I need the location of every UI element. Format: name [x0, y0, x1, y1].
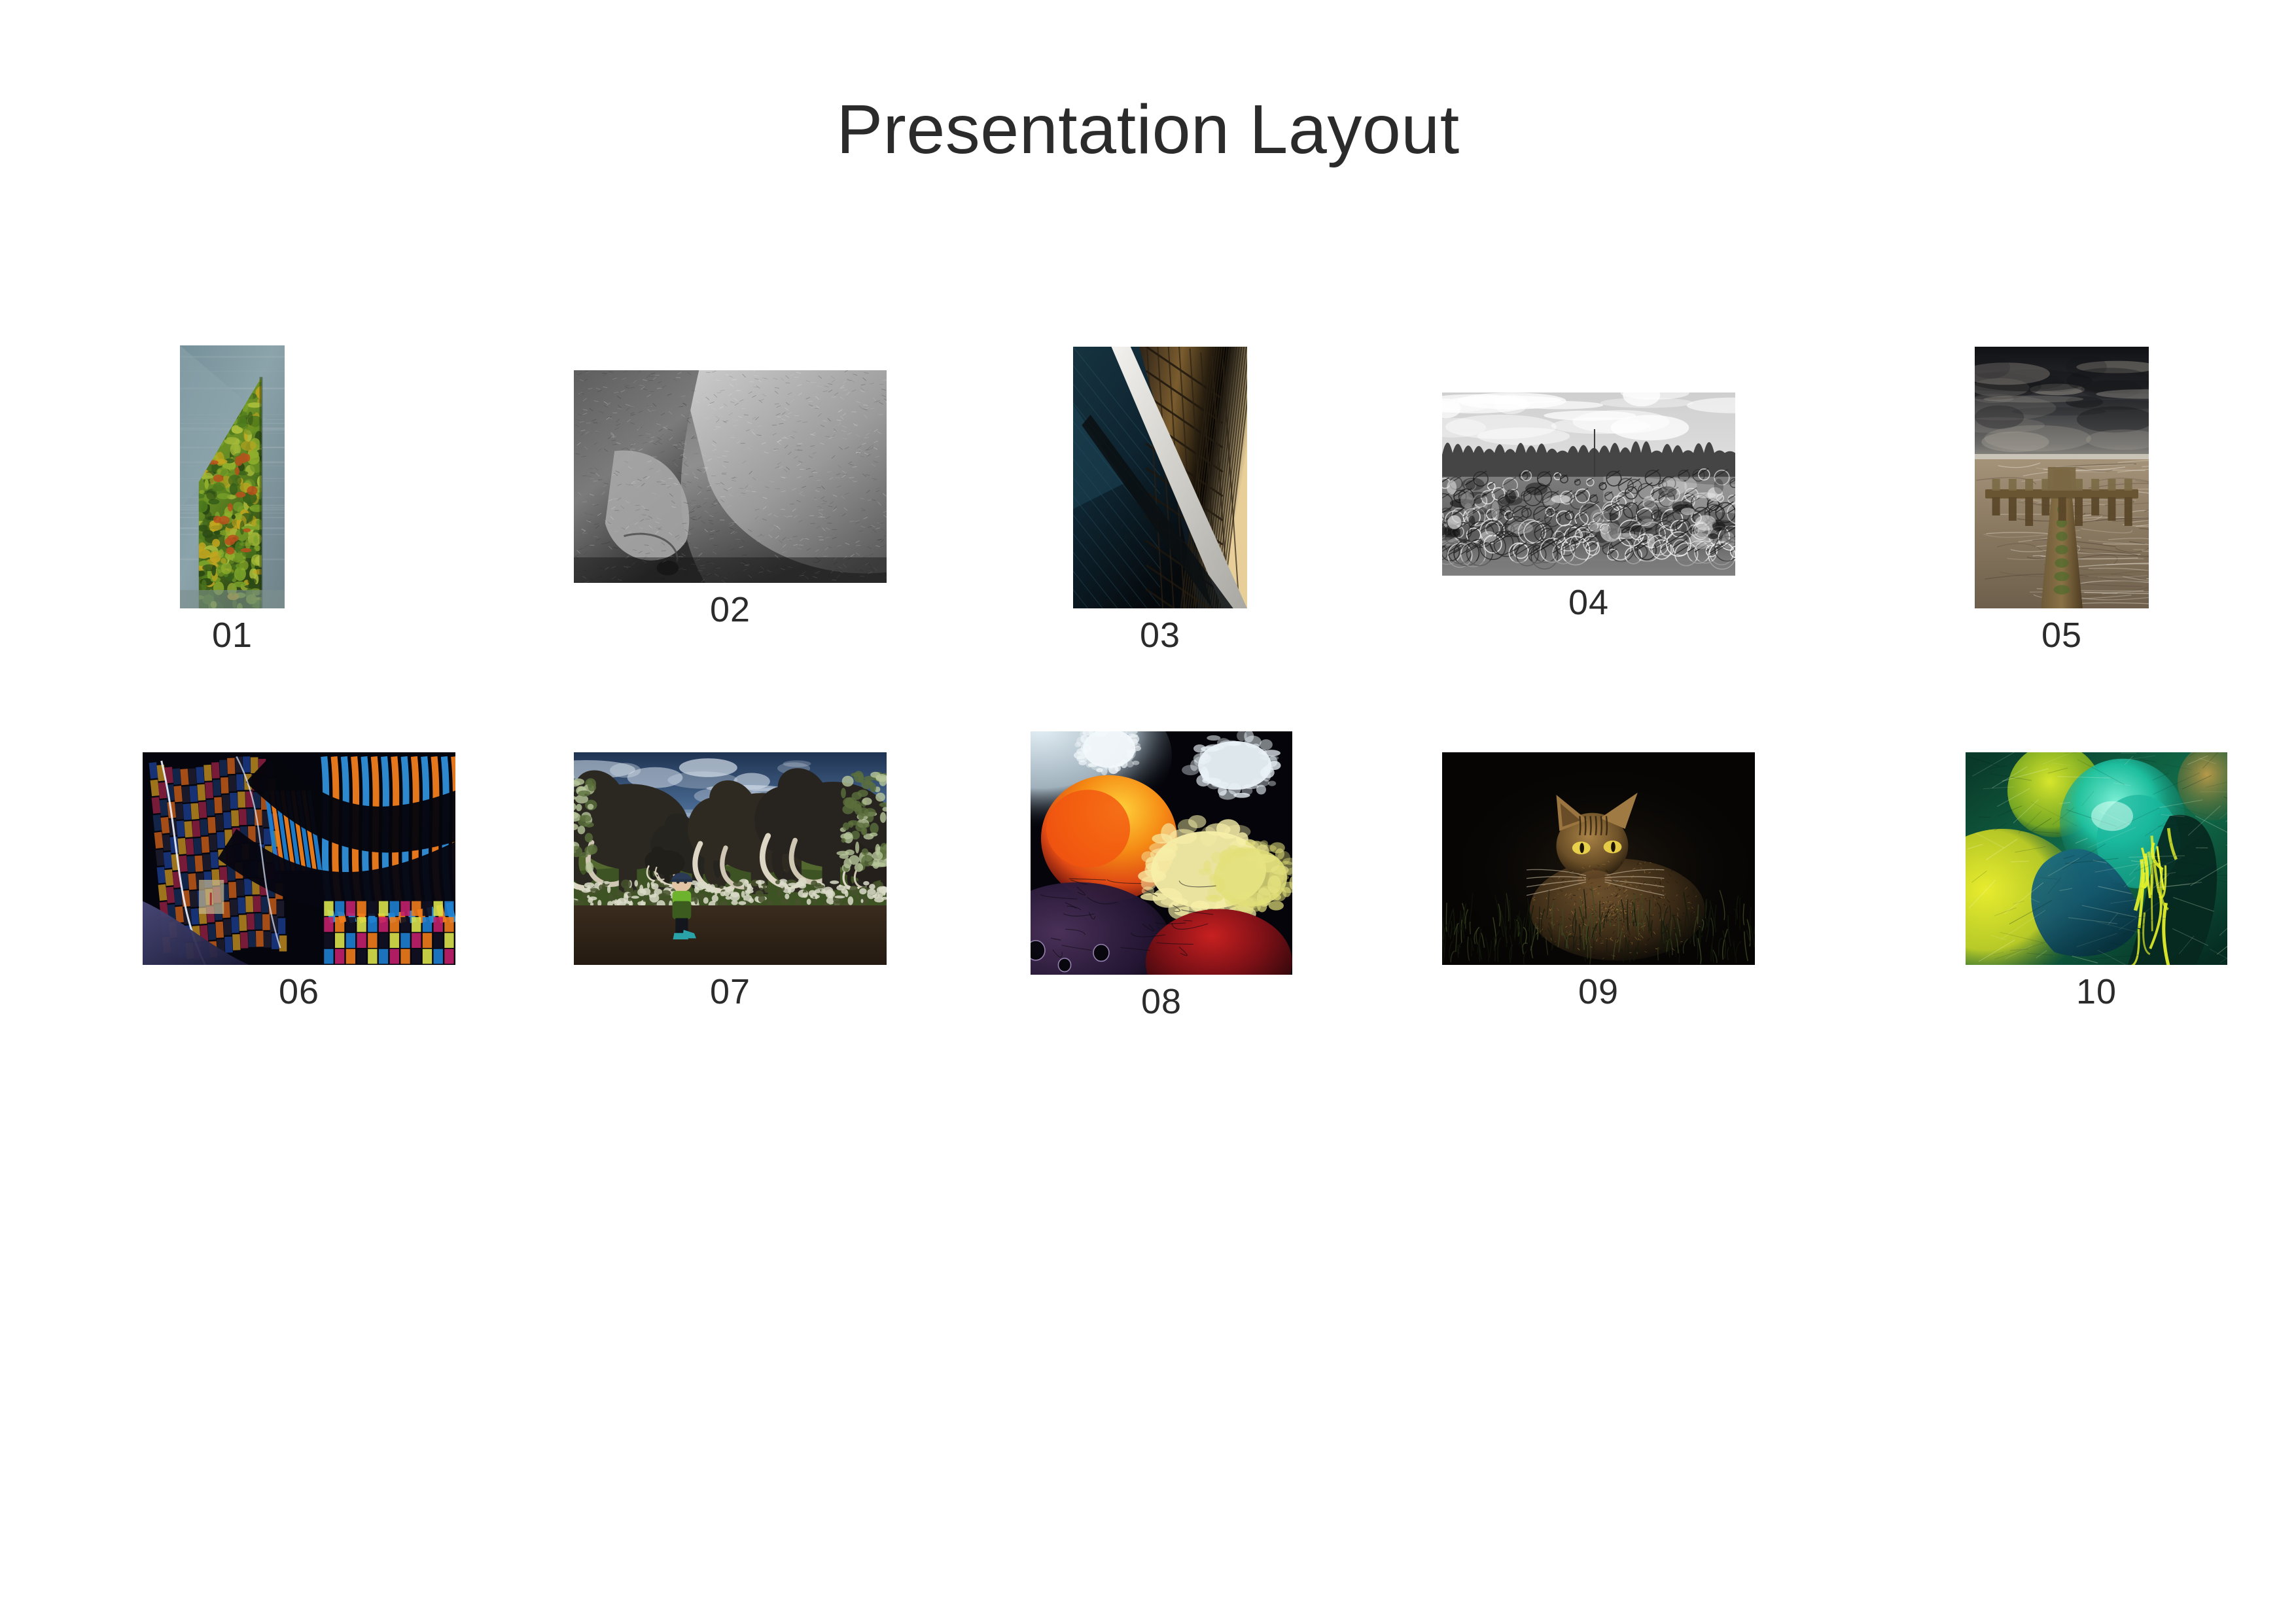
thumbnail-caption-10: 10 — [2075, 972, 2117, 1011]
thumbnail-item-07[interactable]: 07 — [574, 752, 887, 1009]
thumbnail-item-06[interactable]: 06 — [143, 752, 455, 1009]
thumbnail-image-09[interactable] — [1442, 752, 1755, 965]
thumbnail-item-10[interactable]: 10 — [1966, 752, 2227, 1009]
thumbnail-item-05[interactable]: 05 — [1975, 347, 2149, 653]
thumbnail-gallery: 01 02 03 04 05 06 07 08 09 10 — [0, 0, 2296, 1623]
thumbnail-image-01[interactable] — [180, 345, 285, 608]
thumbnail-item-09[interactable]: 09 — [1442, 752, 1755, 1009]
thumbnail-caption-09: 09 — [1578, 972, 1619, 1011]
thumbnail-image-02[interactable] — [574, 370, 887, 583]
thumbnail-item-02[interactable]: 02 — [574, 370, 887, 627]
thumbnail-caption-02: 02 — [709, 590, 751, 629]
thumbnail-item-08[interactable]: 08 — [1031, 731, 1292, 1019]
thumbnail-caption-06: 06 — [278, 972, 320, 1011]
thumbnail-item-01[interactable]: 01 — [180, 345, 285, 653]
thumbnail-image-04[interactable] — [1442, 393, 1735, 576]
thumbnail-item-03[interactable]: 03 — [1073, 347, 1247, 653]
thumbnail-caption-01: 01 — [211, 616, 253, 655]
thumbnail-caption-04: 04 — [1568, 583, 1610, 622]
thumbnail-image-08[interactable] — [1031, 731, 1292, 975]
thumbnail-image-07[interactable] — [574, 752, 887, 965]
thumbnail-image-06[interactable] — [143, 752, 455, 965]
thumbnail-image-05[interactable] — [1975, 347, 2149, 608]
thumbnail-image-10[interactable] — [1966, 752, 2227, 965]
thumbnail-caption-08: 08 — [1140, 982, 1182, 1021]
thumbnail-image-03[interactable] — [1073, 347, 1247, 608]
thumbnail-item-04[interactable]: 04 — [1442, 393, 1735, 620]
thumbnail-caption-03: 03 — [1139, 616, 1181, 655]
thumbnail-caption-07: 07 — [709, 972, 751, 1011]
thumbnail-caption-05: 05 — [2041, 616, 2083, 655]
